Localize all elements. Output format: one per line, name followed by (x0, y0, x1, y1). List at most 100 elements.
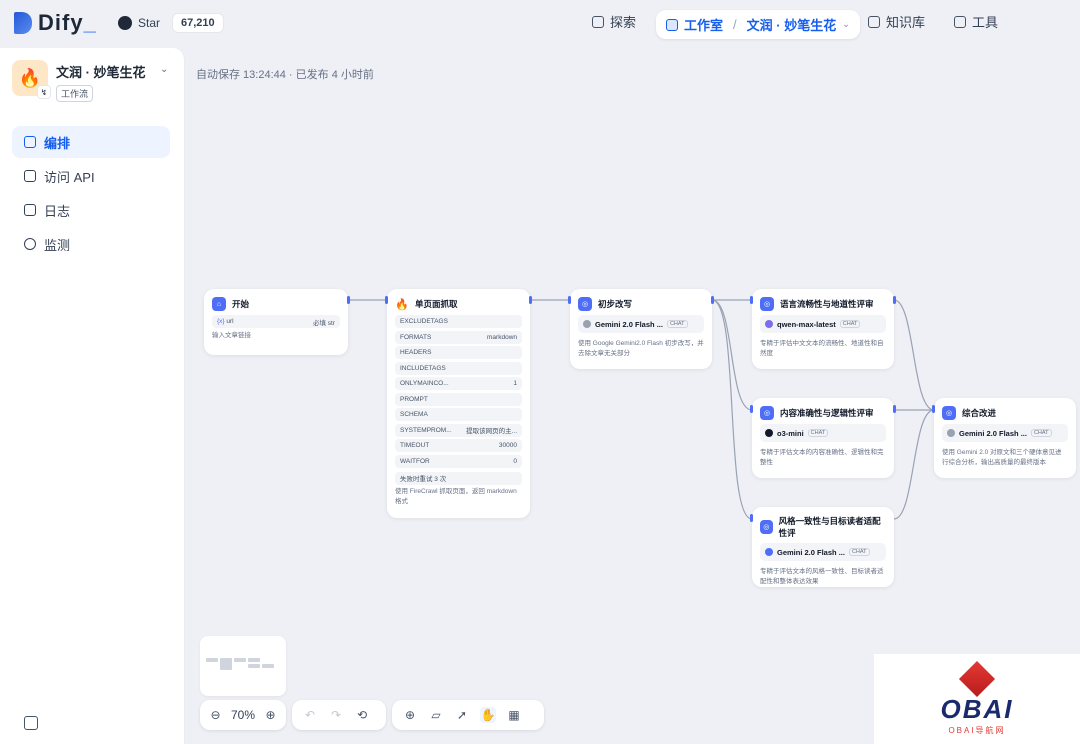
nav-workspace[interactable]: 工作室 / 文润 · 妙笔生花 ⌄ (656, 10, 860, 39)
home-icon: ⌂ (212, 297, 226, 311)
sidebar-item-monitor[interactable]: 监测 (12, 228, 170, 260)
book-icon (868, 15, 880, 28)
nav-knowledge-label: 知识库 (886, 15, 926, 30)
node-draft[interactable]: ◎ 初步改写 Gemini 2.0 Flash ... CHAT 使用 Google… (568, 289, 714, 369)
sidebar-item-api[interactable]: 访问 API (12, 160, 170, 192)
variable-icon: {x} (217, 318, 225, 325)
zoom-level[interactable]: 70% (231, 708, 255, 722)
node-desc: 使用 FireCrawl 抓取页面，返回 markdown 格式 (395, 488, 517, 505)
pointer-icon[interactable]: ➚ (454, 707, 470, 723)
node-title: 单页面抓取 (415, 299, 458, 309)
brand-underscore: _ (83, 10, 97, 35)
node-start[interactable]: ⌂ 开始 {x} url 必填 str 输入文章链接 (204, 289, 350, 355)
workflow-badge-icon: ↯ (37, 85, 51, 99)
nav-workspace-label: 工作室 (684, 18, 724, 33)
node-scrape[interactable]: 🔥 单页面抓取 EXCLUDETAGS FORMATS markdown HEADE… (385, 289, 532, 518)
robot-icon (666, 18, 678, 31)
param-row: SCHEMA (395, 408, 522, 421)
node-accuracy-review[interactable]: ◎ 内容准确性与逻辑性评审 o3-mini CHAT 专精于评估文本的内容准确性、逻… (750, 398, 896, 478)
zoom-in-icon[interactable]: ⊕ (265, 707, 276, 723)
nav-tools-label: 工具 (972, 15, 999, 30)
output-handle[interactable] (893, 405, 896, 413)
gauge-icon (24, 238, 36, 250)
sidebar-item-label: 编排 (44, 135, 71, 151)
cube-logo-icon (958, 660, 996, 698)
output-handle[interactable] (893, 296, 896, 304)
github-icon (118, 16, 132, 30)
sidebar-item-orchestrate[interactable]: 编排 (12, 126, 170, 158)
watermark-sub: OBAI导航网 (948, 726, 1006, 735)
sidebar-item-label: 监测 (44, 237, 71, 253)
add-note-icon[interactable]: ▱ (428, 707, 444, 723)
app-chevron-icon[interactable]: ⌄ (160, 64, 168, 75)
sidebar-item-logs[interactable]: 日志 (12, 194, 170, 226)
sidebar-item-label: 访问 API (44, 169, 95, 185)
model-selector[interactable]: Gemini 2.0 Flash ... CHAT (942, 424, 1068, 442)
gemini-icon (765, 548, 773, 556)
param-row: ONLYMAINCO... 1 (395, 377, 522, 390)
model-selector[interactable]: Gemini 2.0 Flash ... CHAT (578, 315, 704, 333)
fire-icon: 🔥 (395, 297, 409, 311)
undo-icon[interactable]: ↶ (302, 707, 318, 723)
model-selector[interactable]: o3-mini CHAT (760, 424, 886, 442)
nav-tools[interactable]: 工具 (954, 12, 998, 31)
node-style-review[interactable]: ◎ 风格一致性与目标读者适配性评 Gemini 2.0 Flash ... CHAT… (750, 507, 894, 587)
explore-icon (592, 15, 604, 28)
github-star-button[interactable]: Star 67,210 (118, 13, 224, 33)
dify-logo[interactable]: Dify_ (14, 10, 97, 36)
param-row: HEADERS (395, 346, 522, 359)
collapse-sidebar-icon[interactable] (24, 716, 38, 730)
gemini-icon (583, 320, 591, 328)
organize-icon[interactable]: ▦ (506, 707, 522, 723)
layout-icon (24, 136, 36, 148)
retry-badge: 失败时重试 3 次 (395, 471, 522, 485)
node-title: 综合改进 (962, 408, 997, 418)
hand-icon[interactable]: ✋ (480, 707, 496, 723)
minimap-node (220, 658, 232, 670)
redo-icon[interactable]: ↷ (328, 707, 344, 723)
input-handle[interactable] (750, 296, 753, 304)
dify-logo-icon (14, 12, 32, 34)
param-row: SYSTEMPROM... 提取该网页的主... (395, 423, 522, 437)
llm-icon: ◎ (578, 297, 592, 311)
output-handle[interactable] (711, 296, 714, 304)
model-selector[interactable]: Gemini 2.0 Flash ... CHAT (760, 543, 886, 561)
watermark: OBAI OBAI导航网 (874, 654, 1080, 744)
watermark-logo: OBAI (940, 694, 1014, 724)
model-selector[interactable]: qwen-max-latest CHAT (760, 315, 886, 333)
node-title: 初步改写 (598, 299, 633, 309)
history-icon[interactable]: ⟲ (354, 707, 370, 723)
add-node-icon[interactable]: ⊕ (402, 707, 418, 723)
input-handle[interactable] (385, 296, 388, 304)
input-handle[interactable] (568, 296, 571, 304)
var-name: url (226, 318, 234, 325)
sidebar: 🔥 ↯ 文润 · 妙笔生花 工作流 ⌄ 编排 访问 API 日志 监测 (0, 48, 185, 744)
node-fluency-review[interactable]: ◎ 语言流畅性与地道性评审 qwen-max-latest CHAT 专精于评估中文… (750, 289, 896, 369)
node-title: 风格一致性与目标读者适配性评 (778, 516, 881, 538)
star-count: 67,210 (172, 13, 224, 33)
minimap[interactable] (200, 636, 286, 696)
node-desc: 专精于评估文本的风格一致性、目标读者适配性和整体表达效果 (760, 568, 884, 585)
input-handle[interactable] (932, 405, 935, 413)
var-required: 必填 (312, 319, 326, 327)
canvas-tools: ⊕ ▱ ➚ ✋ ▦ (392, 700, 544, 730)
zoom-out-icon[interactable]: ⊖ (210, 707, 221, 723)
node-title: 开始 (232, 299, 250, 309)
output-handle[interactable] (529, 296, 532, 304)
input-handle[interactable] (750, 405, 753, 413)
edge-style-final (893, 409, 935, 520)
nav-knowledge[interactable]: 知识库 (868, 12, 925, 31)
param-row: INCLUDETAGS (395, 361, 522, 375)
app-header[interactable]: 🔥 ↯ 文润 · 妙笔生花 工作流 (12, 60, 146, 102)
history-controls: ↶ ↷ ⟲ (292, 700, 386, 730)
edge-fluency-final (893, 299, 935, 411)
node-final[interactable]: ◎ 综合改进 Gemini 2.0 Flash ... CHAT 使用 Gemini… (932, 398, 1076, 478)
var-type: str (327, 319, 335, 327)
sidebar-menu: 编排 访问 API 日志 监测 (12, 126, 170, 262)
output-handle[interactable] (347, 296, 350, 304)
nav-explore[interactable]: 探索 (592, 12, 636, 31)
start-variable: {x} url 必填 str (212, 315, 340, 328)
llm-icon: ◎ (942, 406, 956, 420)
input-handle[interactable] (750, 514, 753, 522)
node-title: 内容准确性与逻辑性评审 (780, 408, 874, 418)
